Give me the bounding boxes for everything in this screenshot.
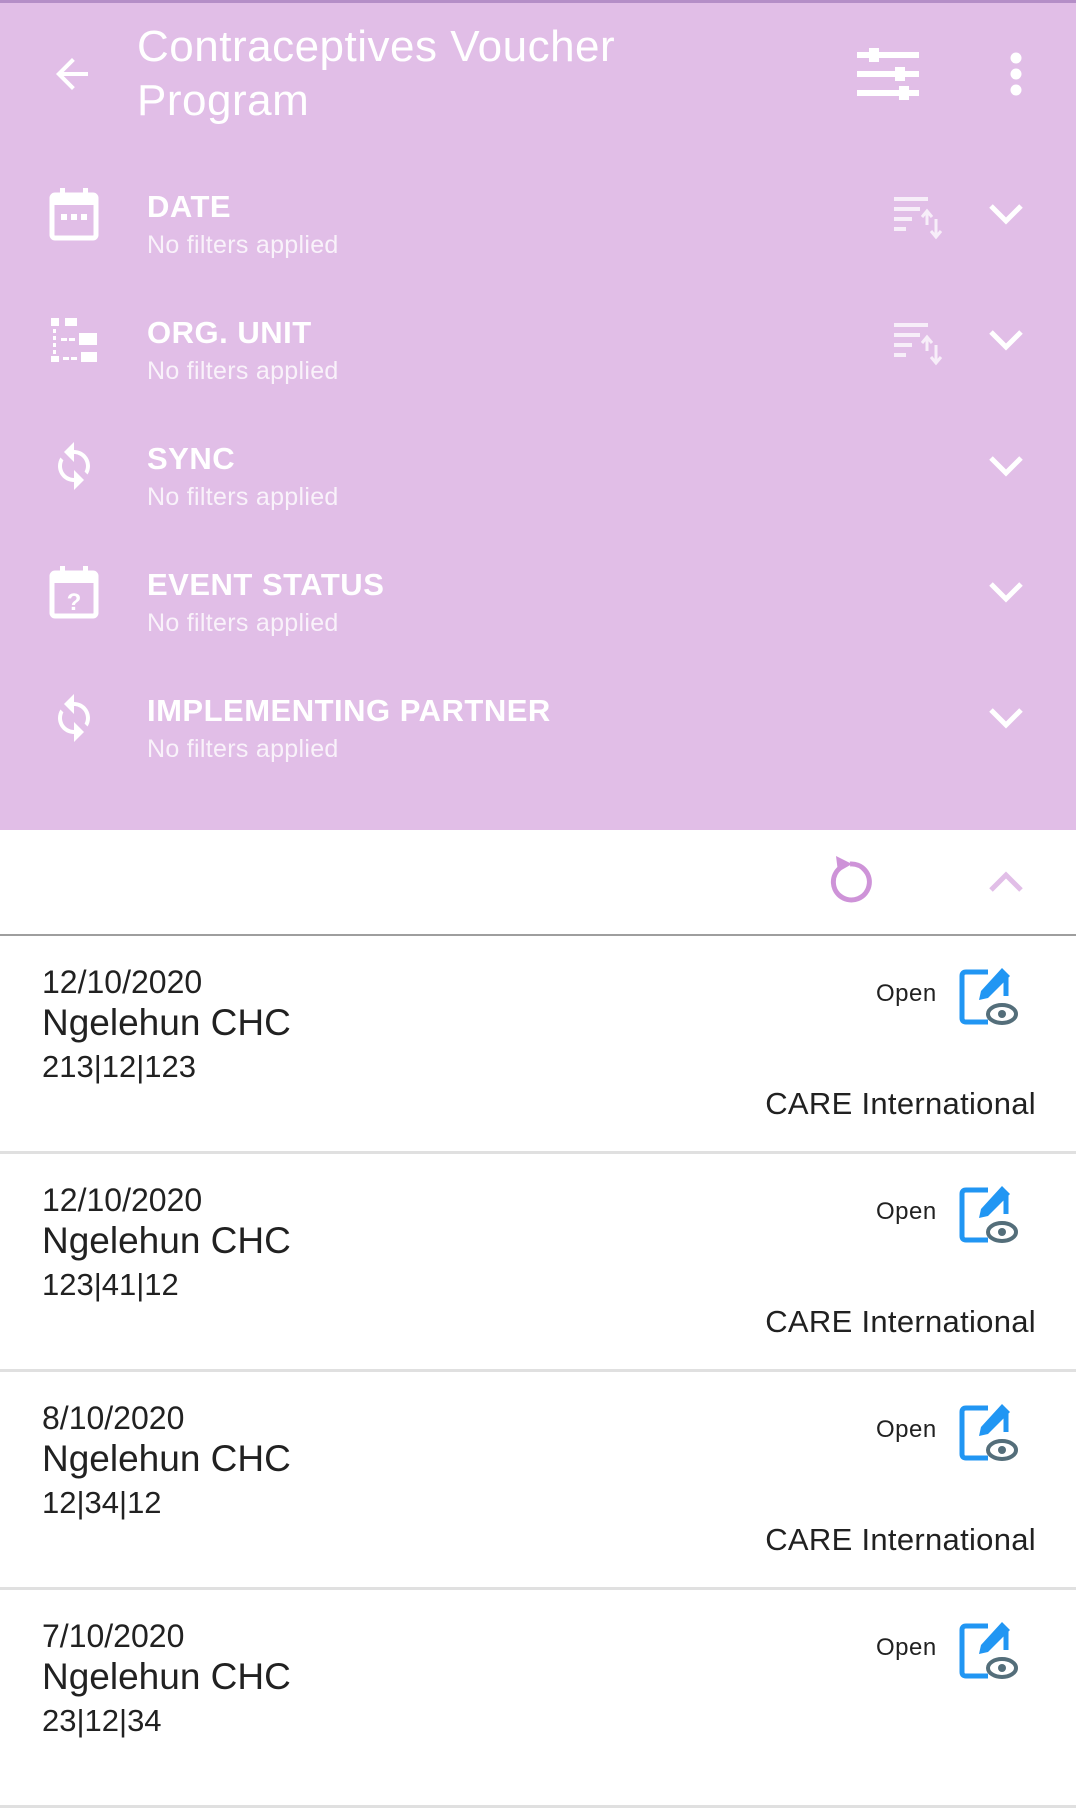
chevron-down-icon[interactable] (980, 698, 1032, 738)
more-vert-icon (1009, 51, 1023, 102)
more-options-button[interactable] (990, 44, 1042, 108)
page-title: Contraceptives Voucher Program (137, 22, 616, 125)
filter-panel: Contraceptives Voucher Program DATE No f… (0, 0, 1076, 830)
status-label: Open (876, 1198, 937, 1225)
event-org-unit: Ngelehun CHC (42, 1438, 291, 1479)
calendar-question-icon: ? (46, 564, 102, 620)
chevron-up-icon[interactable] (980, 856, 1032, 908)
event-values: 23|12|34 (42, 1703, 162, 1738)
filter-subtitle: No filters applied (147, 483, 339, 511)
chevron-down-icon[interactable] (980, 572, 1032, 612)
event-org-unit: Ngelehun CHC (42, 1002, 291, 1043)
event-org-unit: Ngelehun CHC (42, 1656, 291, 1697)
event-date: 8/10/2020 (42, 1400, 185, 1436)
filter-event-status[interactable]: ? EVENT STATUS No filters applied (0, 564, 1076, 674)
sync-icon (46, 690, 102, 746)
sort-icon[interactable] (890, 316, 946, 372)
arrow-left-icon (48, 50, 96, 103)
status-label: Open (876, 1416, 937, 1443)
event-date: 7/10/2020 (42, 1618, 185, 1654)
implementing-partner-label: CARE International (765, 1522, 1036, 1557)
filter-sliders-icon (855, 47, 921, 105)
event-date: 12/10/2020 (42, 964, 203, 1000)
calendar-icon (46, 186, 102, 242)
filter-title: DATE (147, 189, 232, 224)
filter-subtitle: No filters applied (147, 357, 339, 385)
edit-view-icon[interactable] (956, 1182, 1020, 1248)
org-tree-icon (46, 312, 102, 368)
edit-view-icon[interactable] (956, 964, 1020, 1030)
filter-title: ORG. UNIT (147, 315, 312, 350)
event-card[interactable]: 8/10/2020 Ngelehun CHC 12|34|12 Open CAR… (0, 1372, 1076, 1590)
event-card[interactable]: 7/10/2020 Ngelehun CHC 23|12|34 Open (0, 1590, 1076, 1808)
chevron-down-icon[interactable] (980, 194, 1032, 234)
status-label: Open (876, 980, 937, 1007)
filter-toggle-button[interactable] (852, 44, 924, 108)
implementing-partner-label: CARE International (765, 1086, 1036, 1121)
filter-subtitle: No filters applied (147, 609, 339, 637)
svg-text:?: ? (67, 589, 82, 616)
event-values: 12|34|12 (42, 1485, 162, 1520)
implementing-partner-label: CARE International (765, 1304, 1036, 1339)
event-list: 12/10/2020 Ngelehun CHC 213|12|123 Open … (0, 936, 1076, 1808)
edit-view-icon[interactable] (956, 1400, 1020, 1466)
filter-implementing-partner[interactable]: IMPLEMENTING PARTNER No filters applied (0, 690, 1076, 800)
filter-subtitle: No filters applied (147, 231, 339, 259)
filter-title: SYNC (147, 441, 236, 476)
event-values: 213|12|123 (42, 1049, 197, 1084)
chevron-down-icon[interactable] (980, 446, 1032, 486)
filter-date[interactable]: DATE No filters applied (0, 186, 1076, 296)
filter-org-unit[interactable]: ORG. UNIT No filters applied (0, 312, 1076, 422)
status-label: Open (876, 1634, 937, 1661)
status-bar-line (0, 0, 1076, 3)
filter-title: IMPLEMENTING PARTNER (147, 693, 551, 728)
event-card[interactable]: 12/10/2020 Ngelehun CHC 213|12|123 Open … (0, 936, 1076, 1154)
event-card[interactable]: 12/10/2020 Ngelehun CHC 123|41|12 Open C… (0, 1154, 1076, 1372)
filter-subtitle: No filters applied (147, 735, 339, 763)
event-org-unit: Ngelehun CHC (42, 1220, 291, 1261)
back-button[interactable] (44, 48, 100, 104)
sync-icon (46, 438, 102, 494)
reset-icon (826, 852, 874, 909)
sort-icon[interactable] (890, 190, 946, 246)
filter-title: EVENT STATUS (147, 567, 385, 602)
edit-view-icon[interactable] (956, 1618, 1020, 1684)
event-date: 12/10/2020 (42, 1182, 203, 1218)
filter-sync[interactable]: SYNC No filters applied (0, 438, 1076, 548)
reset-filters-button[interactable] (820, 850, 880, 910)
event-values: 123|41|12 (42, 1267, 179, 1302)
chevron-down-icon[interactable] (980, 320, 1032, 360)
filter-action-bar (0, 830, 1076, 936)
